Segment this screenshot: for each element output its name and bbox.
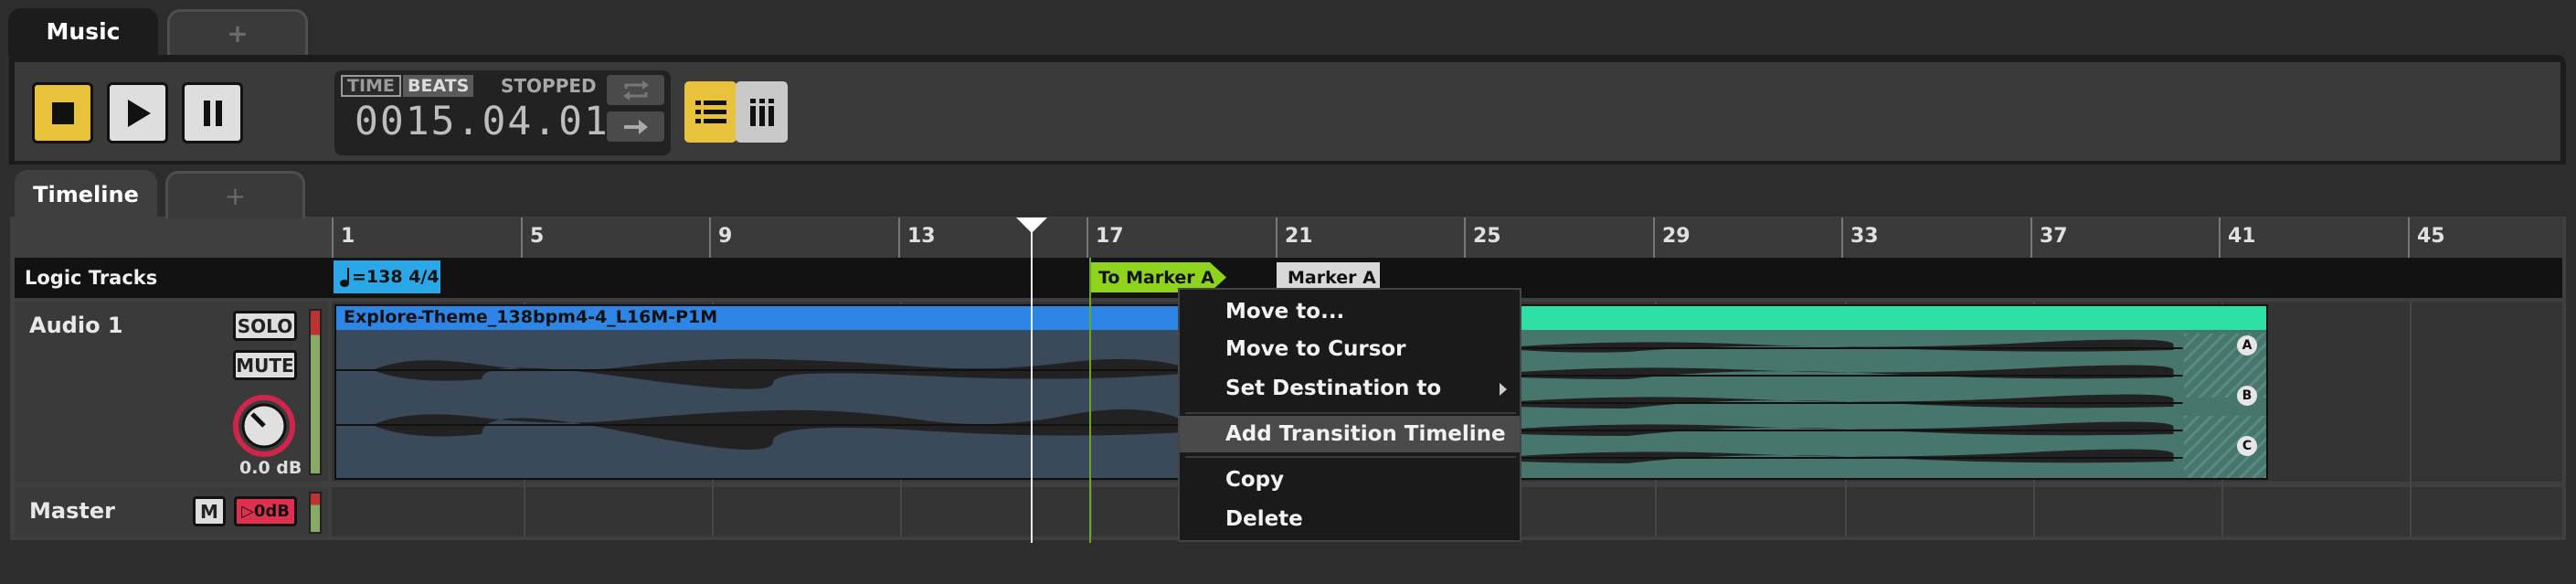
note-icon [340, 268, 349, 287]
follow-button[interactable] [607, 111, 664, 142]
logic-tracks-label: Logic Tracks [25, 267, 158, 289]
ruler-label: 41 [2228, 225, 2256, 248]
arrow-right-icon [623, 119, 648, 134]
ruler-tick [521, 218, 523, 258]
ruler-label: 25 [1473, 225, 1501, 248]
ruler-label: 1 [341, 225, 355, 248]
stop-button[interactable] [32, 82, 93, 143]
add-timeline-tab-button[interactable]: + [165, 171, 305, 218]
ruler-label: 5 [530, 225, 545, 248]
ruler-tick [1087, 218, 1088, 258]
menu-item-add-transition-timeline[interactable]: Add Transition Timeline [1180, 416, 1520, 452]
menu-item-set-destination[interactable]: Set Destination to [1180, 370, 1520, 407]
context-menu: Move to... Move to Cursor Set Destinatio… [1178, 288, 1521, 542]
ruler-tick [2408, 218, 2410, 258]
mute-button[interactable]: MUTE [233, 350, 297, 380]
ruler-label: 29 [1662, 225, 1691, 248]
solo-button[interactable]: SOLO [233, 311, 297, 341]
play-icon [127, 99, 151, 127]
grid-icon [749, 98, 774, 126]
ruler-tick [1653, 218, 1655, 258]
loop-icon [622, 80, 649, 101]
lane-label-c: C [2237, 436, 2257, 456]
stop-icon [51, 101, 74, 124]
grid-line [2410, 302, 2412, 536]
clip-name: Explore-Theme_138bpm4-4_L16M-P1M [344, 307, 718, 327]
ruler-tick [709, 218, 711, 258]
lane-label-a: A [2237, 335, 2257, 356]
waveform [1519, 339, 2183, 463]
submenu-arrow-icon [1500, 383, 1507, 396]
ruler-tick [1464, 218, 1466, 258]
tempo-marker-label: =138 4/4 [352, 267, 440, 287]
menu-item-copy[interactable]: Copy [1180, 462, 1520, 498]
master-track-name[interactable]: Master [29, 498, 115, 524]
add-tab-button[interactable]: + [167, 9, 308, 55]
audio-track-name[interactable]: Audio 1 [29, 313, 123, 338]
play-button[interactable] [107, 82, 168, 143]
volume-knob[interactable] [232, 394, 296, 458]
lane-label-b: B [2237, 386, 2257, 406]
bar-ruler[interactable]: 1 5 9 13 17 21 25 29 33 37 41 45 [332, 218, 2562, 258]
ruler-tick [1276, 218, 1277, 258]
menu-item-move-to[interactable]: Move to... [1180, 293, 1520, 330]
volume-readout: 0.0 dB [239, 458, 302, 478]
audio-clip-alternate[interactable]: A B C [1517, 304, 2268, 480]
ruler-tick [332, 218, 334, 258]
audio-clip[interactable]: Explore-Theme_138bpm4-4_L16M-P1M [334, 304, 1184, 480]
grid-view-button[interactable] [736, 81, 788, 143]
clip-header [1519, 306, 2266, 330]
master-mute-button[interactable]: M [193, 496, 226, 526]
menu-item-delete[interactable]: Delete [1180, 501, 1520, 537]
menu-item-label: Set Destination to [1225, 377, 1442, 400]
menu-separator [1185, 456, 1516, 458]
ruler-label: 33 [1850, 225, 1879, 248]
pause-button[interactable] [182, 82, 243, 143]
ruler-label: 37 [2040, 225, 2068, 248]
ruler-label: 13 [907, 225, 936, 248]
waveform [336, 358, 1182, 450]
ruler-label: 9 [718, 225, 733, 248]
tab-music[interactable]: Music [8, 8, 158, 55]
master-level-meter [309, 492, 322, 534]
ruler-tick [1841, 218, 1843, 258]
transition-marker-line [1089, 258, 1091, 543]
menu-item-move-to-cursor[interactable]: Move to Cursor [1180, 331, 1520, 367]
beats-mode-toggle[interactable]: BEATS [403, 75, 474, 97]
time-mode-toggle[interactable]: TIME [341, 75, 401, 97]
transport-status: STOPPED [501, 75, 597, 97]
list-view-button[interactable] [684, 81, 737, 143]
position-readout: 0015.04.01 [355, 99, 610, 144]
ruler-label: 17 [1096, 225, 1124, 248]
master-output-button[interactable]: ▷0dB [234, 496, 297, 526]
list-icon [694, 100, 726, 123]
ruler-tick [2030, 218, 2032, 258]
menu-separator [1185, 412, 1516, 414]
ruler-label: 45 [2417, 225, 2445, 248]
level-meter [309, 309, 322, 475]
tab-timeline[interactable]: Timeline [15, 170, 157, 219]
loop-button[interactable] [607, 75, 664, 105]
ruler-label: 21 [1285, 225, 1313, 248]
tempo-marker[interactable]: =138 4/4 [334, 260, 440, 293]
ruler-tick [898, 218, 900, 258]
pause-icon [203, 100, 222, 126]
playhead-handle[interactable] [1016, 218, 1047, 233]
ruler-tick [2219, 218, 2221, 258]
playhead[interactable] [1031, 218, 1033, 543]
